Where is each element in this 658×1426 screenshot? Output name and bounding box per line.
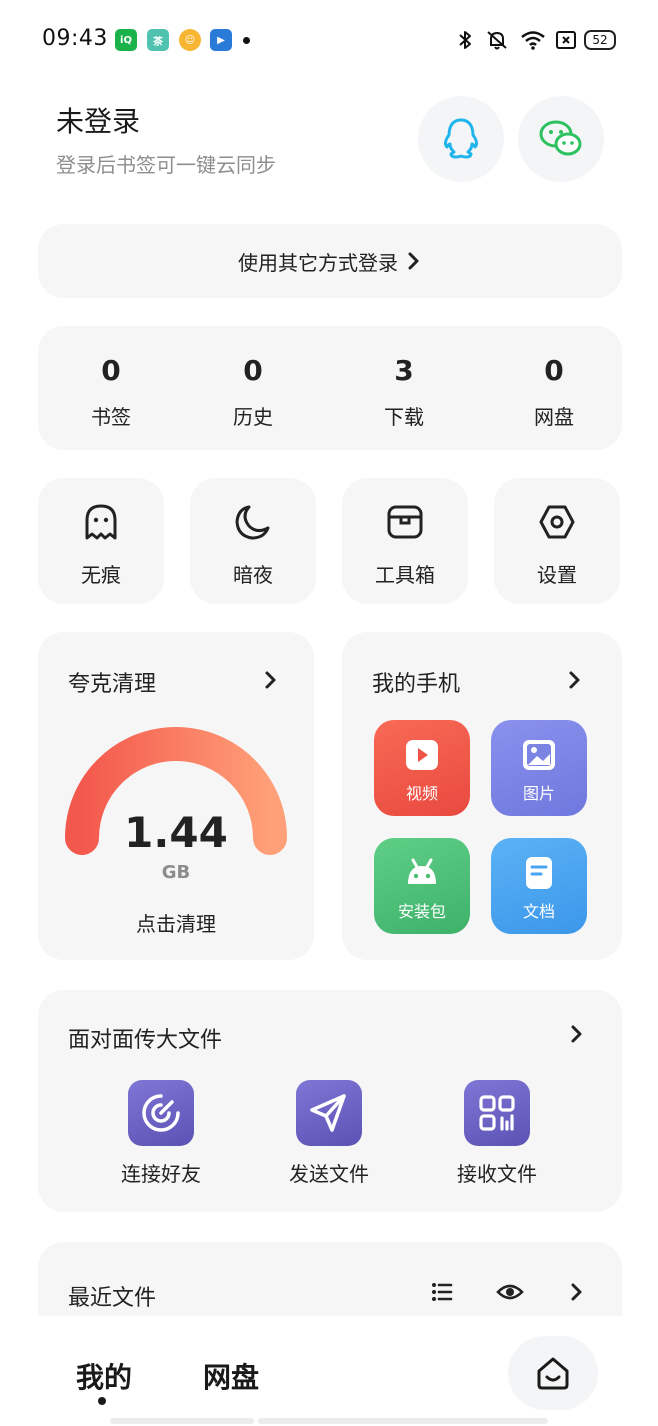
- stat-value: 0: [243, 354, 263, 387]
- chevron-right-icon[interactable]: [264, 670, 278, 690]
- f2f-item-label: 发送文件: [289, 1162, 369, 1186]
- other-login-button[interactable]: 使用其它方式登录: [38, 224, 622, 298]
- tool-label: 工具箱: [375, 563, 435, 587]
- face-to-face-card: 面对面传大文件 连接好友 发送文件 接收文件: [38, 990, 622, 1212]
- stat-label: 书签: [91, 405, 131, 429]
- gesture-bar: [110, 1418, 254, 1424]
- moon-icon: [235, 505, 270, 540]
- wechat-login-button[interactable]: [518, 96, 604, 182]
- storage-size: 1.44: [124, 808, 228, 857]
- wechat-icon: [539, 120, 582, 156]
- settings-hex-icon: [539, 505, 575, 539]
- video-play-icon: [406, 740, 438, 770]
- notification-dot: [243, 37, 250, 44]
- storage-unit: GB: [161, 862, 191, 883]
- image-icon: [523, 740, 555, 770]
- status-time: 09:43: [42, 26, 108, 51]
- stat-bookmarks[interactable]: 0 书签: [38, 326, 184, 450]
- tool-label: 设置: [537, 563, 577, 587]
- status-bar: 09:43 iQ 茶 ☺ ▶ 52: [0, 0, 658, 80]
- chevron-right-icon[interactable]: [570, 1024, 584, 1044]
- tool-settings[interactable]: 设置: [494, 478, 620, 604]
- phone-images-button[interactable]: 图片: [491, 720, 587, 816]
- tool-label: 暗夜: [233, 563, 273, 587]
- phone-videos-button[interactable]: 视频: [374, 720, 470, 816]
- chevron-right-icon[interactable]: [568, 670, 582, 690]
- wifi-icon: [521, 31, 545, 50]
- video-app-icon: ▶: [210, 29, 232, 51]
- cartoon-app-icon: ☺: [179, 29, 201, 51]
- stat-cloud-drive[interactable]: 0 网盘: [481, 326, 627, 450]
- phone-item-label: 安装包: [397, 902, 446, 921]
- phone-item-label: 文档: [522, 902, 555, 921]
- stat-history[interactable]: 0 历史: [180, 326, 326, 450]
- stat-label: 历史: [233, 405, 273, 429]
- f2f-item-label: 接收文件: [457, 1162, 537, 1186]
- sim-card-icon: [556, 31, 576, 49]
- battery-indicator: 52: [584, 30, 616, 50]
- android-icon: [408, 858, 436, 884]
- tool-toolbox[interactable]: 工具箱: [342, 478, 468, 604]
- document-icon: [526, 857, 552, 889]
- phone-apk-button[interactable]: 安装包: [374, 838, 470, 934]
- stat-label: 下载: [384, 405, 424, 429]
- f2f-item-label: 连接好友: [121, 1162, 201, 1186]
- receive-file-button[interactable]: [464, 1080, 530, 1146]
- chevron-right-icon: [408, 252, 419, 270]
- tea-app-icon: 茶: [147, 29, 169, 51]
- radar-icon: [142, 1094, 180, 1132]
- clean-title: 夸克清理: [68, 672, 157, 697]
- phone-item-label: 视频: [405, 784, 438, 803]
- stat-value: 0: [101, 354, 121, 387]
- phone-title: 我的手机: [372, 672, 461, 697]
- stat-value: 0: [544, 354, 564, 387]
- stat-value: 3: [394, 354, 414, 387]
- active-tab-indicator: [98, 1397, 106, 1405]
- tab-cloud-drive[interactable]: 网盘: [203, 1356, 259, 1396]
- recent-title: 最近文件: [68, 1286, 157, 1311]
- tool-night-mode[interactable]: 暗夜: [190, 478, 316, 604]
- toolbox-icon: [387, 505, 423, 539]
- my-phone-card: 我的手机 视频 图片 安装包 文档: [342, 632, 622, 960]
- home-button[interactable]: [508, 1336, 598, 1410]
- qr-code-icon: [479, 1095, 515, 1131]
- stats-card: 0 书签 0 历史 3 下载 0 网盘: [38, 326, 622, 450]
- bottom-nav: 我的 网盘: [0, 1316, 658, 1426]
- connect-friend-button[interactable]: [128, 1080, 194, 1146]
- chevron-right-icon[interactable]: [570, 1282, 584, 1302]
- phone-docs-button[interactable]: 文档: [491, 838, 587, 934]
- tool-label: 无痕: [81, 563, 121, 587]
- gesture-bar: [258, 1418, 548, 1424]
- clean-action[interactable]: 点击清理: [38, 908, 314, 937]
- stat-label: 网盘: [534, 405, 574, 429]
- phone-item-label: 图片: [522, 784, 555, 803]
- bluetooth-icon: [459, 31, 471, 49]
- iqiyi-icon: iQ: [115, 29, 137, 51]
- login-title[interactable]: 未登录: [56, 100, 140, 140]
- home-icon: [537, 1357, 569, 1390]
- eye-icon[interactable]: [496, 1280, 524, 1304]
- f2f-title: 面对面传大文件: [68, 1028, 223, 1053]
- other-login-label: 使用其它方式登录: [238, 250, 398, 275]
- qq-icon: [444, 118, 478, 159]
- list-view-icon[interactable]: [430, 1280, 454, 1304]
- send-file-button[interactable]: [296, 1080, 362, 1146]
- ghost-icon: [85, 504, 117, 540]
- stat-downloads[interactable]: 3 下载: [331, 326, 477, 450]
- send-icon: [310, 1094, 346, 1132]
- tool-incognito[interactable]: 无痕: [38, 478, 164, 604]
- mute-bell-icon: [487, 31, 507, 50]
- tab-mine[interactable]: 我的: [76, 1356, 132, 1396]
- login-subtitle: 登录后书签可一键云同步: [56, 153, 276, 177]
- clean-card[interactable]: 夸克清理 1.44 GB 点击清理: [38, 632, 314, 960]
- qq-login-button[interactable]: [418, 96, 504, 182]
